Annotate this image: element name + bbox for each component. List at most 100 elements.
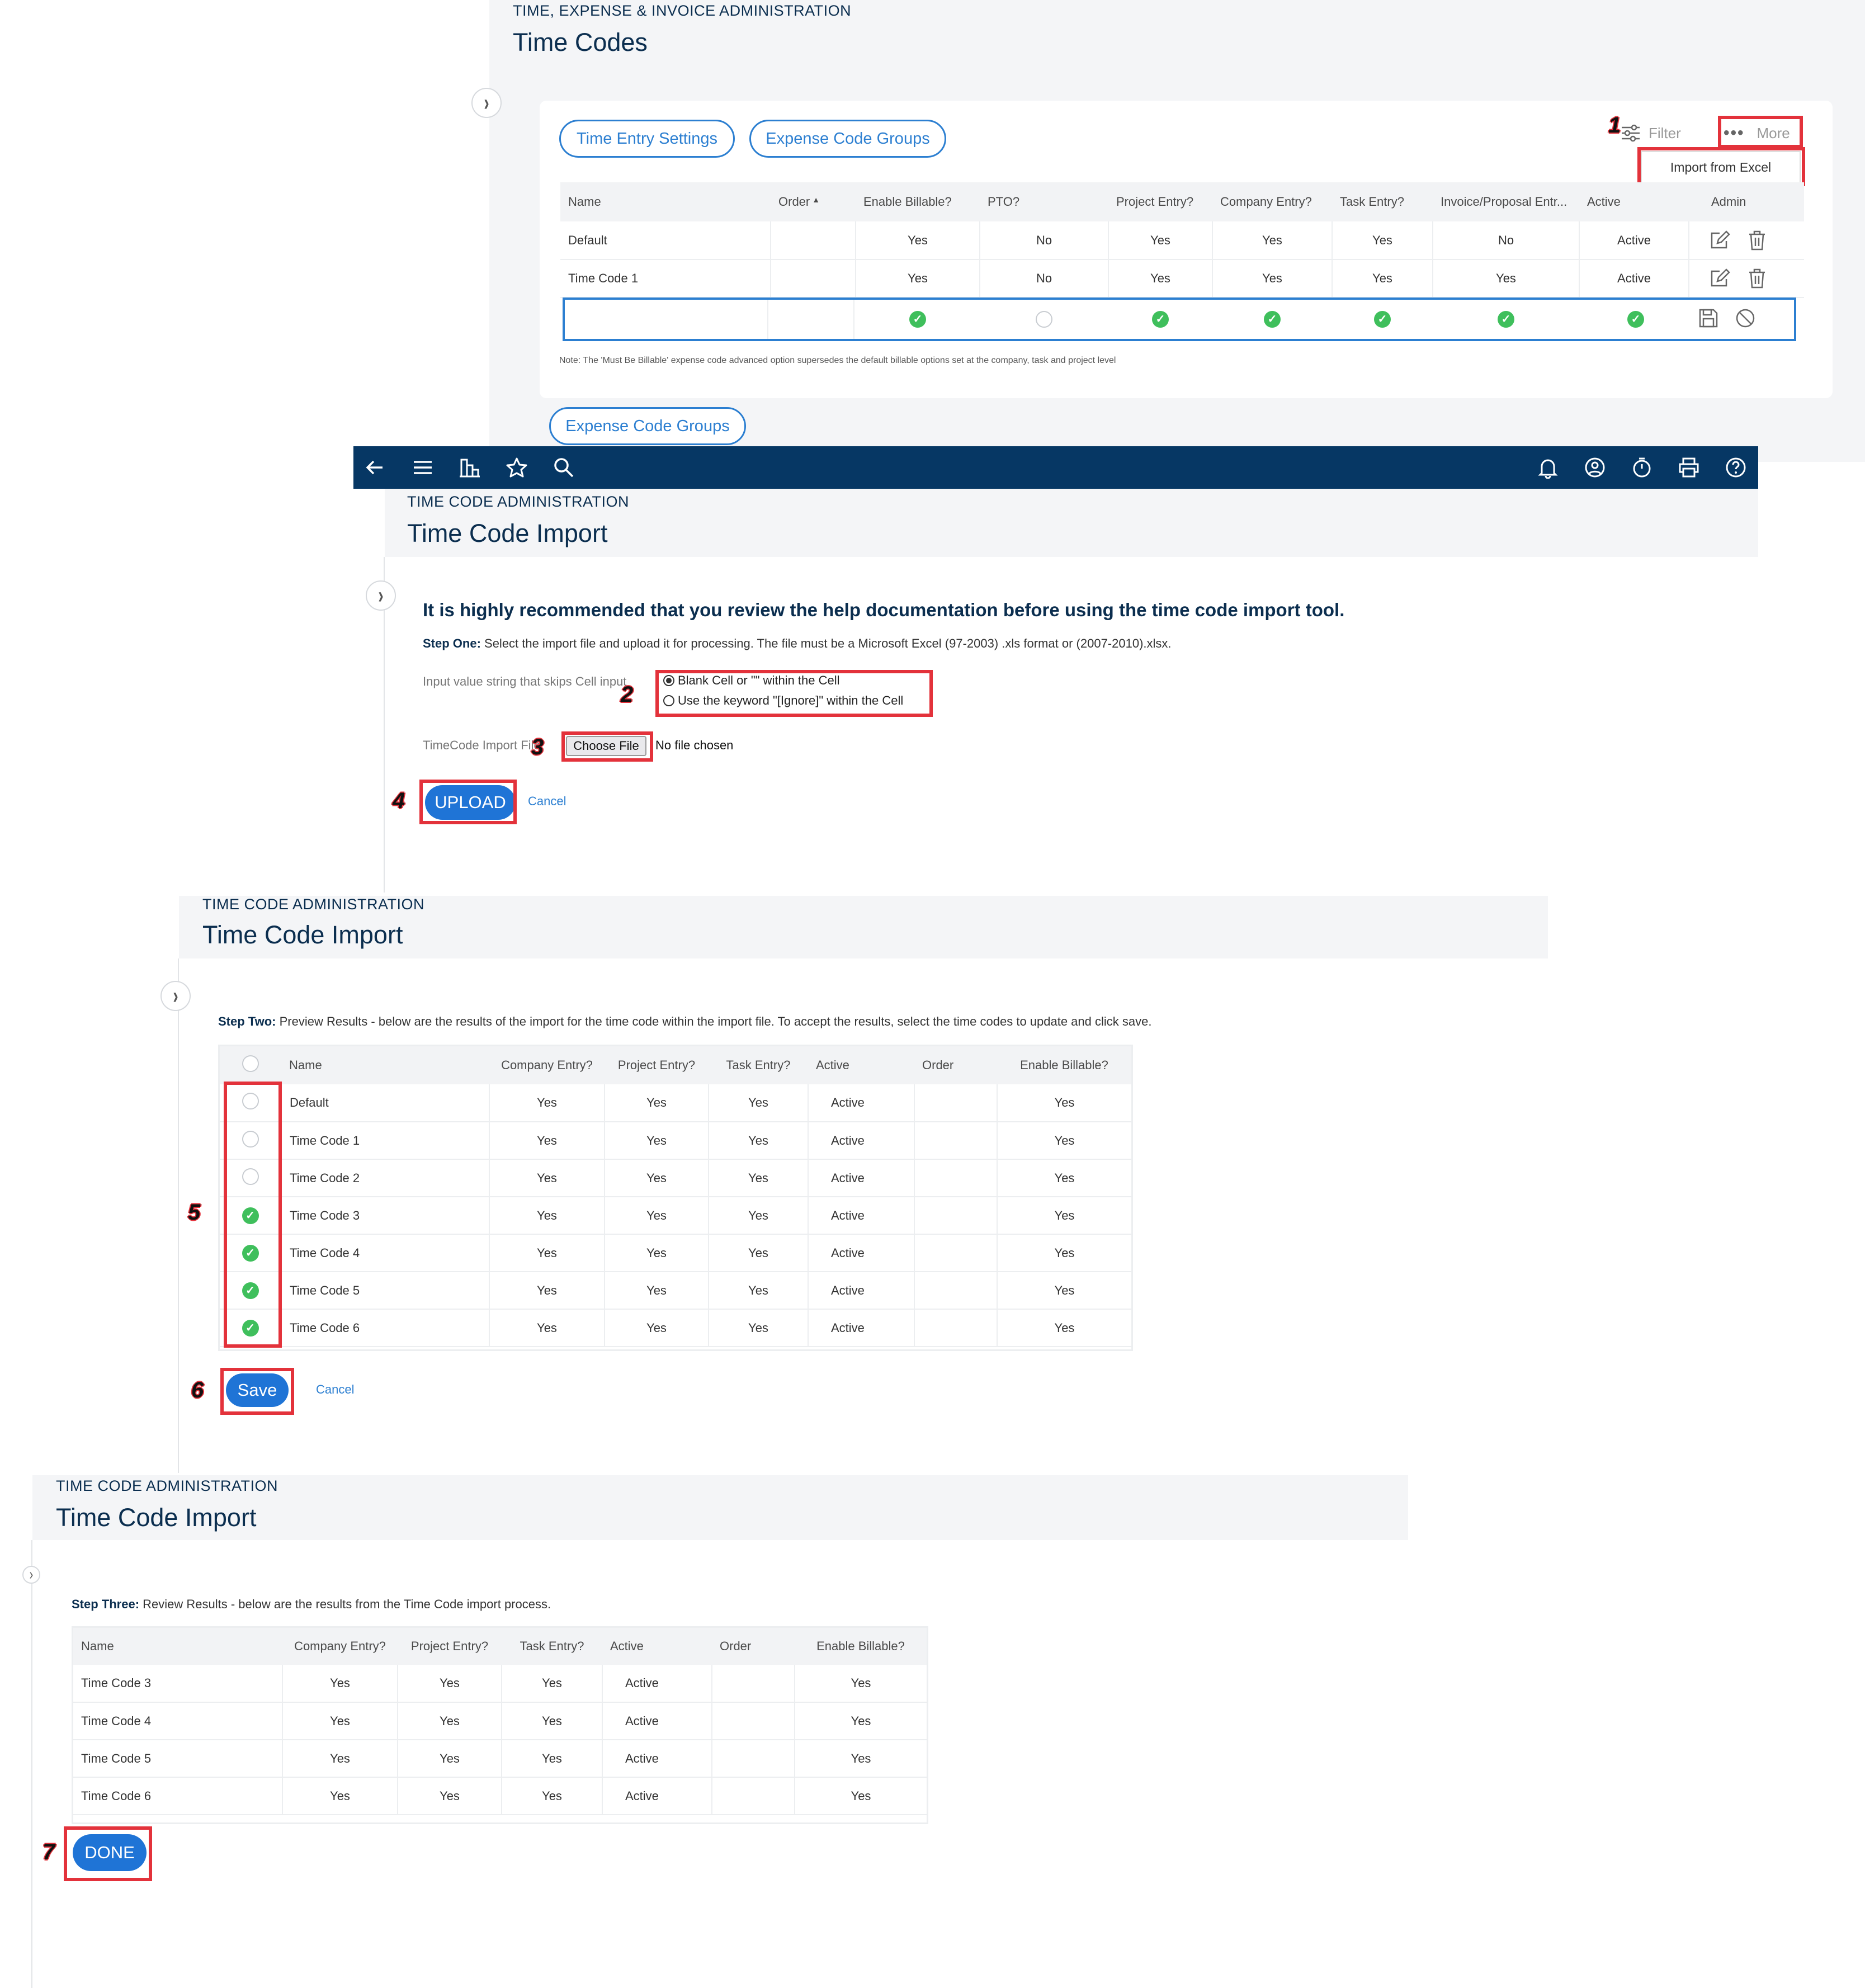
- table-row[interactable]: ✓ Time Code 6 Yes Yes Yes Active Yes: [220, 1309, 1131, 1347]
- table-row[interactable]: Time Code 2 Yes Yes Yes Active Yes: [220, 1159, 1131, 1197]
- page-title: Time Code Import: [407, 519, 608, 547]
- col-order[interactable]: Order: [712, 1628, 795, 1665]
- org-chart-icon[interactable]: [459, 446, 481, 489]
- col-name[interactable]: Name: [281, 1046, 489, 1084]
- billable-toggle[interactable]: ✓: [909, 311, 926, 328]
- col-task-entry[interactable]: Task Entry?: [709, 1046, 808, 1084]
- cell-task: Yes: [502, 1665, 603, 1703]
- col-name[interactable]: Name: [73, 1628, 282, 1665]
- cell-company: Yes: [489, 1122, 605, 1160]
- cell-task: Yes: [709, 1272, 809, 1310]
- table-row[interactable]: Time Code 4 Yes Yes Yes Active Yes: [73, 1702, 927, 1740]
- tab-time-entry-settings[interactable]: Time Entry Settings: [559, 120, 735, 158]
- bell-icon[interactable]: [1537, 446, 1559, 489]
- col-task-entry[interactable]: Task Entry?: [502, 1628, 602, 1665]
- cell-company: Yes: [489, 1234, 605, 1272]
- table-row[interactable]: Default Yes Yes Yes Active Yes: [220, 1084, 1131, 1122]
- col-invoice-entry[interactable]: Invoice/Proposal Entr...: [1433, 182, 1579, 221]
- company-entry-toggle[interactable]: ✓: [1264, 311, 1281, 328]
- star-icon[interactable]: [506, 446, 528, 489]
- col-active[interactable]: Active: [808, 1046, 914, 1084]
- preview-results-table: Name Company Entry? Project Entry? Task …: [220, 1046, 1131, 1347]
- cell-pto: No: [980, 259, 1109, 298]
- edit-icon[interactable]: [1710, 268, 1731, 289]
- col-task-entry[interactable]: Task Entry?: [1332, 182, 1433, 221]
- cell-billable: Yes: [795, 1702, 927, 1740]
- step-number-4: 4: [393, 788, 405, 813]
- tab-expense-code-groups[interactable]: Expense Code Groups: [749, 120, 946, 158]
- step-number-3: 3: [531, 735, 544, 759]
- table-row[interactable]: Default Yes No Yes Yes Yes No Active: [560, 221, 1804, 260]
- sidebar-toggle-button[interactable]: ›: [22, 1566, 40, 1584]
- invoice-entry-toggle[interactable]: ✓: [1498, 311, 1514, 328]
- project-entry-toggle[interactable]: ✓: [1152, 311, 1169, 328]
- page-title: Time Codes: [513, 28, 648, 56]
- table-row[interactable]: Time Code 1 Yes Yes Yes Active Yes: [220, 1122, 1131, 1160]
- col-enable-billable[interactable]: Enable Billable?: [856, 182, 980, 221]
- cell-name: Time Code 1: [281, 1122, 490, 1160]
- check-icon: ✓: [1374, 311, 1391, 328]
- edit-icon[interactable]: [1710, 230, 1731, 251]
- cell-name: Time Code 5: [281, 1272, 490, 1310]
- col-project-entry[interactable]: Project Entry?: [398, 1628, 502, 1665]
- cell-billable: Yes: [997, 1122, 1131, 1160]
- cancel-link[interactable]: Cancel: [528, 794, 566, 809]
- col-name[interactable]: Name: [560, 182, 771, 221]
- cell-company: Yes: [489, 1197, 605, 1235]
- table-row[interactable]: ✓ Time Code 5 Yes Yes Yes Active Yes: [220, 1272, 1131, 1310]
- task-entry-toggle[interactable]: ✓: [1374, 311, 1391, 328]
- cell-active: Active: [808, 1122, 915, 1160]
- tab-expense-code-groups-lower[interactable]: Expense Code Groups: [549, 407, 746, 445]
- new-row-order-input[interactable]: [769, 300, 854, 339]
- cell-project: Yes: [1108, 259, 1213, 298]
- timer-icon[interactable]: [1631, 446, 1653, 489]
- save-icon[interactable]: [1698, 308, 1719, 329]
- table-row[interactable]: Time Code 3 Yes Yes Yes Active Yes: [73, 1665, 927, 1703]
- cell-order: [712, 1702, 795, 1740]
- sidebar-toggle-button[interactable]: ›: [471, 88, 502, 118]
- empty-circle-icon: [242, 1055, 259, 1072]
- cell-company: Yes: [489, 1159, 605, 1197]
- cell-active: Active: [602, 1777, 712, 1815]
- step-one-instructions: Step One: Select the import file and upl…: [423, 636, 1172, 651]
- col-active[interactable]: Active: [602, 1628, 712, 1665]
- cell-order: [914, 1234, 998, 1272]
- cancel-circle-icon[interactable]: [1735, 308, 1756, 329]
- sidebar-toggle-button[interactable]: ›: [160, 981, 191, 1011]
- filter-button[interactable]: Filter: [1621, 122, 1693, 144]
- cancel-link[interactable]: Cancel: [316, 1382, 354, 1397]
- user-icon[interactable]: [1584, 446, 1606, 489]
- table-row[interactable]: Time Code 1 Yes No Yes Yes Yes Yes Activ…: [560, 259, 1804, 298]
- select-all-toggle[interactable]: [220, 1046, 281, 1084]
- search-icon[interactable]: [553, 446, 575, 489]
- cell-billable: Yes: [795, 1777, 927, 1815]
- col-active[interactable]: Active: [1579, 182, 1689, 221]
- col-order[interactable]: Order ▲: [771, 182, 856, 221]
- col-order[interactable]: Order: [914, 1046, 997, 1084]
- col-enable-billable[interactable]: Enable Billable?: [795, 1628, 927, 1665]
- table-row[interactable]: Time Code 6 Yes Yes Yes Active Yes: [73, 1777, 927, 1815]
- printer-icon[interactable]: [1678, 446, 1700, 489]
- col-project-entry[interactable]: Project Entry?: [605, 1046, 709, 1084]
- table-row[interactable]: ✓ Time Code 4 Yes Yes Yes Active Yes: [220, 1234, 1131, 1272]
- table-row[interactable]: ✓ Time Code 3 Yes Yes Yes Active Yes: [220, 1197, 1131, 1235]
- highlight-row-selection: [224, 1082, 282, 1348]
- back-arrow-icon[interactable]: [363, 446, 386, 489]
- col-company-entry[interactable]: Company Entry?: [282, 1628, 398, 1665]
- col-project-entry[interactable]: Project Entry?: [1108, 182, 1212, 221]
- trash-icon[interactable]: [1748, 268, 1767, 289]
- new-row-name-input[interactable]: [565, 300, 768, 339]
- col-enable-billable[interactable]: Enable Billable?: [997, 1046, 1131, 1084]
- col-company-entry[interactable]: Company Entry?: [489, 1046, 605, 1084]
- col-company-entry[interactable]: Company Entry?: [1212, 182, 1332, 221]
- help-icon[interactable]: [1725, 446, 1747, 489]
- cell-project: Yes: [398, 1702, 502, 1740]
- col-pto[interactable]: PTO?: [980, 182, 1108, 221]
- trash-icon[interactable]: [1748, 230, 1767, 251]
- sidebar-toggle-button[interactable]: ›: [366, 580, 396, 611]
- cell-name: Time Code 1: [560, 259, 771, 298]
- active-toggle[interactable]: ✓: [1627, 311, 1644, 328]
- table-row[interactable]: Time Code 5 Yes Yes Yes Active Yes: [73, 1740, 927, 1778]
- pto-toggle[interactable]: [1036, 311, 1052, 330]
- menu-icon[interactable]: [412, 446, 434, 489]
